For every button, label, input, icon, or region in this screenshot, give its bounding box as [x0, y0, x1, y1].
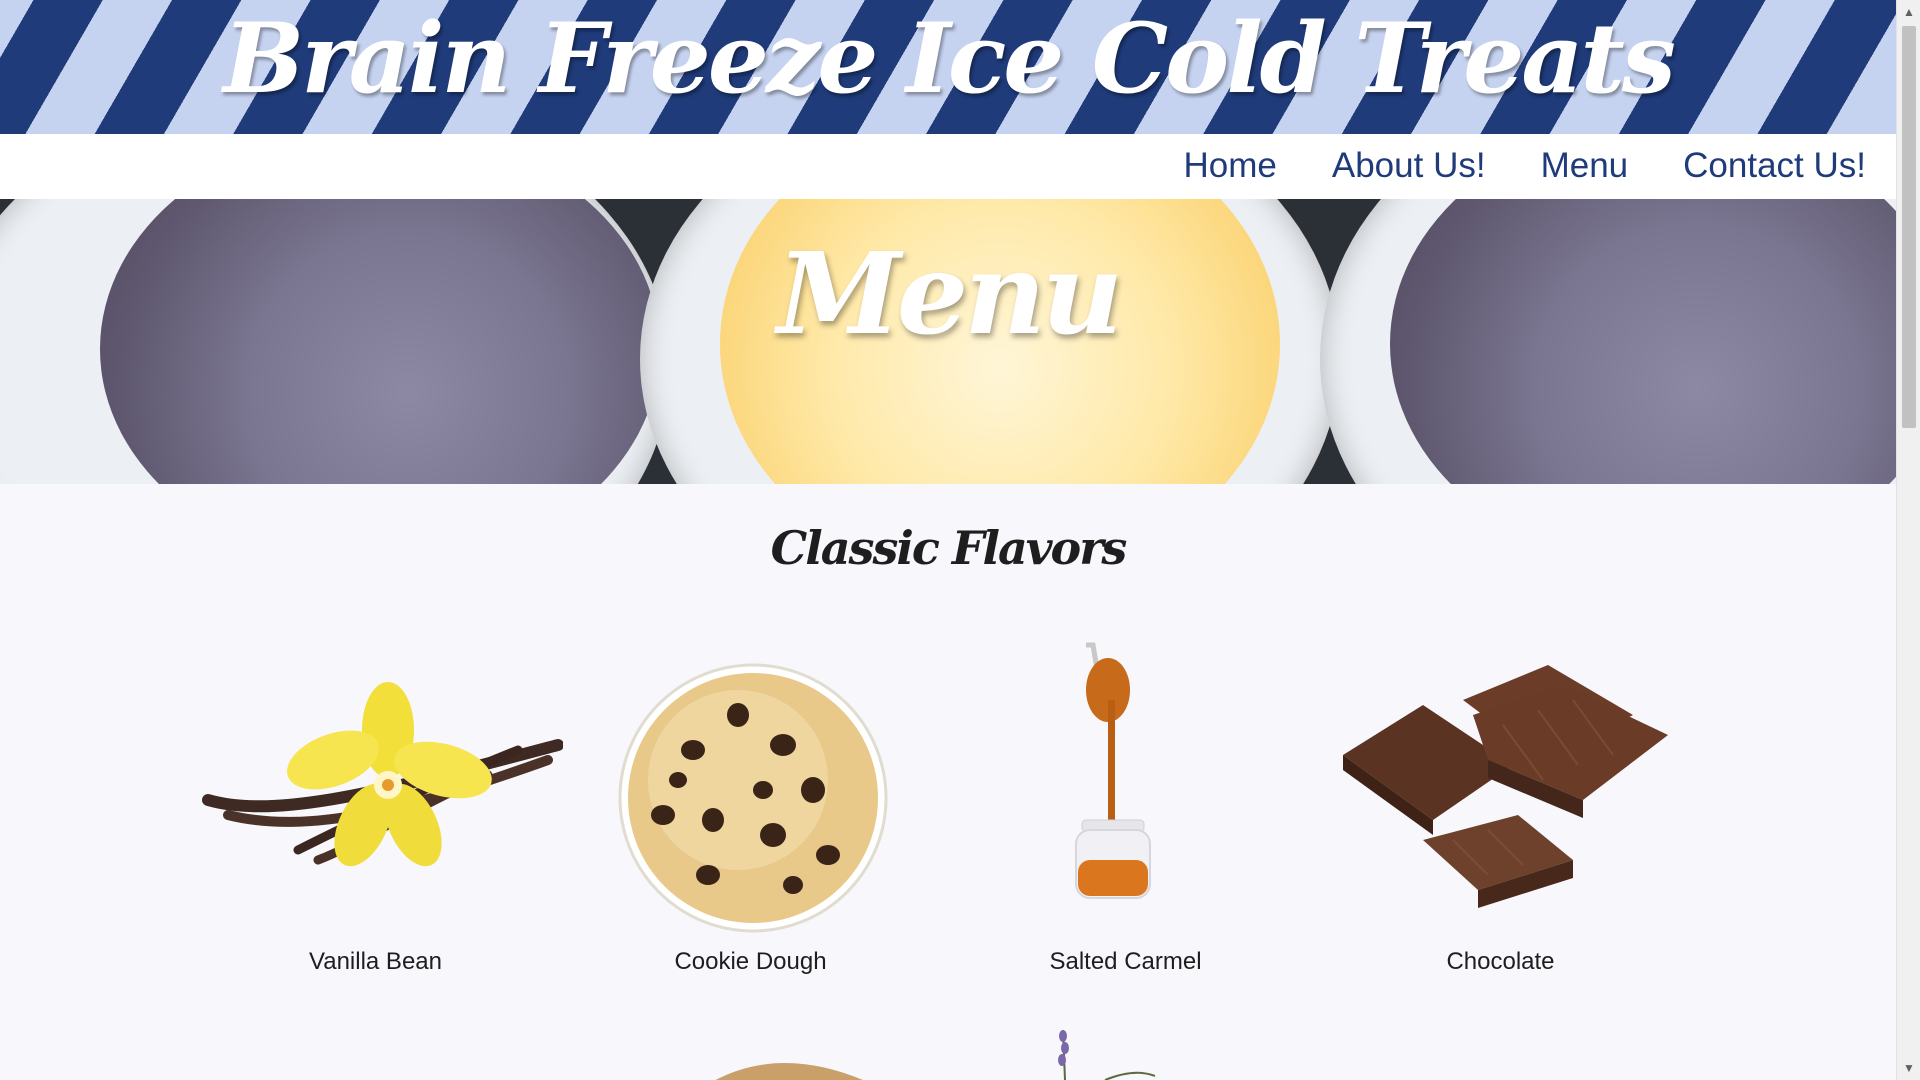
flavor-card-cookie-dough[interactable]: Cookie Dough — [563, 640, 938, 1020]
scrollbar-thumb[interactable] — [1902, 26, 1916, 428]
flavor-card-chocolate[interactable]: Chocolate — [1313, 640, 1688, 1020]
nav-home-link[interactable]: Home — [1184, 146, 1277, 186]
site-header-banner: Brain Freeze Ice Cold Treats — [0, 0, 1896, 134]
hero-title: Menu — [776, 229, 1123, 360]
nav-menu-link[interactable]: Menu — [1541, 146, 1629, 186]
section-title: Classic Flavors — [770, 521, 1128, 575]
vertical-scrollbar[interactable]: ▲ ▼ — [1896, 0, 1920, 1080]
flavor-card-vanilla-bean[interactable]: Vanilla Bean — [188, 640, 563, 1020]
scroll-down-icon[interactable]: ▼ — [1897, 1056, 1920, 1080]
lavender-image — [1045, 1028, 1165, 1080]
flavor-label: Chocolate — [1446, 948, 1555, 975]
nav-links: Home About Us! Menu Contact Us! — [1184, 146, 1867, 186]
flavor-label: Cookie Dough — [674, 948, 827, 975]
flavor-card-salted-carmel[interactable]: Salted Carmel — [938, 640, 1313, 1020]
hero-banner: Menu — [0, 199, 1896, 484]
next-row-item-image — [700, 1043, 900, 1080]
nav-about-link[interactable]: About Us! — [1332, 146, 1486, 186]
vanilla-bean-image — [202, 682, 563, 867]
chocolate-image — [1343, 665, 1668, 908]
site-title: Brain Freeze Ice Cold Treats — [223, 2, 1676, 115]
salted-caramel-image — [1075, 642, 1151, 899]
flavor-label: Salted Carmel — [1049, 948, 1202, 975]
main-nav: Home About Us! Menu Contact Us! — [0, 134, 1896, 199]
page: Brain Freeze Ice Cold Treats Home About … — [0, 0, 1896, 1080]
cookie-dough-image — [618, 663, 888, 933]
flavor-label: Vanilla Bean — [309, 948, 442, 975]
nav-contact-link[interactable]: Contact Us! — [1683, 146, 1866, 186]
scroll-up-icon[interactable]: ▲ — [1897, 0, 1920, 24]
